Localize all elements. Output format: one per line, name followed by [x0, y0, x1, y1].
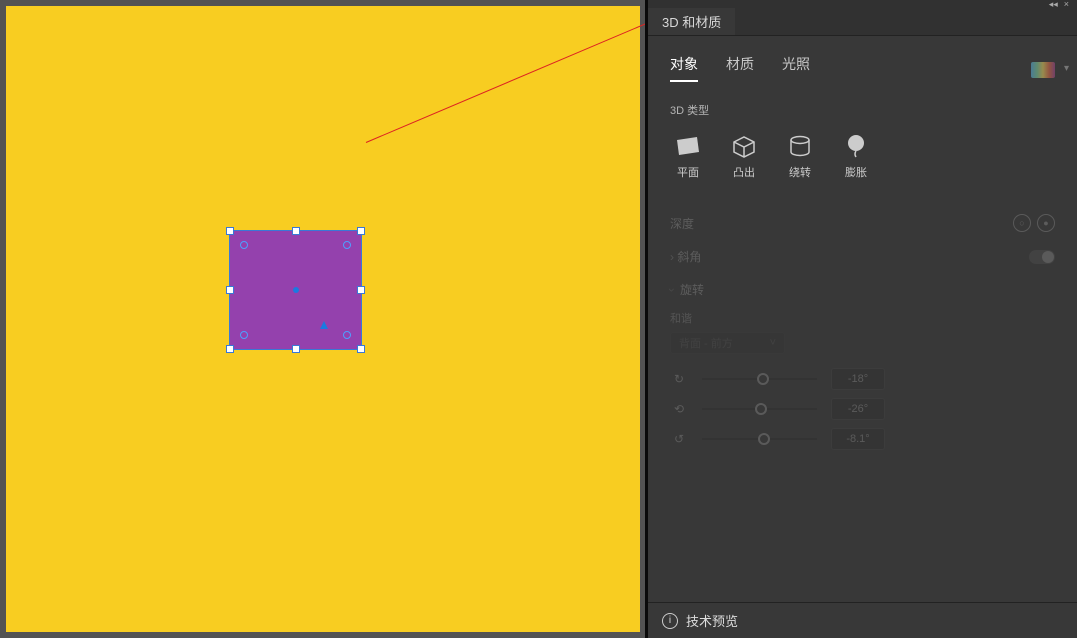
canvas[interactable]	[6, 6, 640, 632]
resize-handle-ml[interactable]	[226, 286, 234, 294]
type-label: 绕转	[789, 164, 811, 180]
depth-label: 深度	[670, 215, 694, 232]
plane-icon	[674, 134, 702, 158]
resize-handle-bl[interactable]	[226, 345, 234, 353]
rotate-y-slider[interactable]	[702, 408, 817, 410]
preset-select[interactable]: 背面 - 前方 ˅	[670, 332, 785, 354]
resize-handle-br[interactable]	[357, 345, 365, 353]
resize-handle-tl[interactable]	[226, 227, 234, 235]
subtab-lighting[interactable]: 光照	[782, 54, 810, 82]
preset-value: 背面 - 前方	[679, 335, 733, 351]
preset-label: 和谐	[670, 310, 1055, 326]
rotate-x-value[interactable]: -18°	[831, 368, 885, 390]
chevron-down-icon: ˅	[770, 337, 776, 349]
preset-group: 和谐 背面 - 前方 ˅	[670, 310, 1055, 354]
direction-indicator	[320, 321, 328, 329]
resize-handle-bm[interactable]	[292, 345, 300, 353]
depth-row: 深度 ○ ●	[670, 206, 1055, 240]
subtab-row: 对象 材质 光照	[670, 54, 1055, 82]
rotation-section-header[interactable]: 旋转	[670, 273, 1055, 306]
info-icon[interactable]: i	[662, 613, 678, 629]
rotate-y-icon: ⟲	[670, 400, 688, 418]
rotate-z-icon: ↺	[670, 430, 688, 448]
cylinder-icon	[786, 134, 814, 158]
panel-tab-bar: 3D 和材质	[648, 8, 1077, 36]
type-label: 凸出	[733, 164, 755, 180]
type-section-label: 3D 类型	[670, 102, 1055, 118]
rotate-x-slider[interactable]	[702, 378, 817, 380]
type-label: 平面	[677, 164, 699, 180]
panel-footer: i 技术预览	[648, 602, 1077, 638]
type-plane-button[interactable]: 平面	[670, 130, 706, 184]
center-point[interactable]	[293, 287, 299, 293]
tab-3d-materials[interactable]: 3D 和材质	[648, 8, 735, 35]
resize-handle-tr[interactable]	[357, 227, 365, 235]
anchor-point[interactable]	[240, 331, 248, 339]
subtab-material[interactable]: 材质	[726, 54, 754, 82]
rotate-y-value[interactable]: -26°	[831, 398, 885, 420]
selected-rectangle[interactable]	[229, 230, 362, 350]
bevel-row: › 斜角	[670, 240, 1055, 273]
balloon-icon	[842, 134, 870, 158]
tech-preview-label: 技术预览	[686, 611, 738, 630]
cap-on-icon[interactable]: ●	[1037, 214, 1055, 232]
rotate-y-row: ⟲ -26°	[670, 394, 1055, 424]
cap-toggle-group[interactable]: ○ ●	[1013, 214, 1055, 232]
subtab-object[interactable]: 对象	[670, 54, 698, 82]
properties-panel: ◂◂ × 3D 和材质 对象 材质 光照 3D 类型 平面 凸出 绕转	[645, 0, 1077, 638]
anchor-point[interactable]	[343, 331, 351, 339]
type-label: 膨胀	[845, 164, 867, 180]
panel-window-controls: ◂◂ ×	[648, 0, 1077, 8]
rotate-z-value[interactable]: -8.1°	[831, 428, 885, 450]
anchor-point[interactable]	[343, 241, 351, 249]
type-buttons: 平面 凸出 绕转 膨胀	[670, 130, 1055, 184]
type-inflate-button[interactable]: 膨胀	[838, 130, 874, 184]
type-extrude-button[interactable]: 凸出	[726, 130, 762, 184]
type-revolve-button[interactable]: 绕转	[782, 130, 818, 184]
gradient-preview-icon[interactable]	[1031, 62, 1055, 78]
rotate-x-row: ↻ -18°	[670, 364, 1055, 394]
cube-icon	[730, 134, 758, 158]
cap-off-icon[interactable]: ○	[1013, 214, 1031, 232]
rotation-sliders: ↻ -18° ⟲ -26° ↺ -8.1°	[670, 364, 1055, 454]
rotate-z-slider[interactable]	[702, 438, 817, 440]
rotate-x-icon: ↻	[670, 370, 688, 388]
anchor-point[interactable]	[240, 241, 248, 249]
resize-handle-mr[interactable]	[357, 286, 365, 294]
resize-handle-tm[interactable]	[292, 227, 300, 235]
bevel-toggle[interactable]	[1029, 250, 1055, 264]
rotate-z-row: ↺ -8.1°	[670, 424, 1055, 454]
bevel-label: 斜角	[677, 250, 701, 264]
